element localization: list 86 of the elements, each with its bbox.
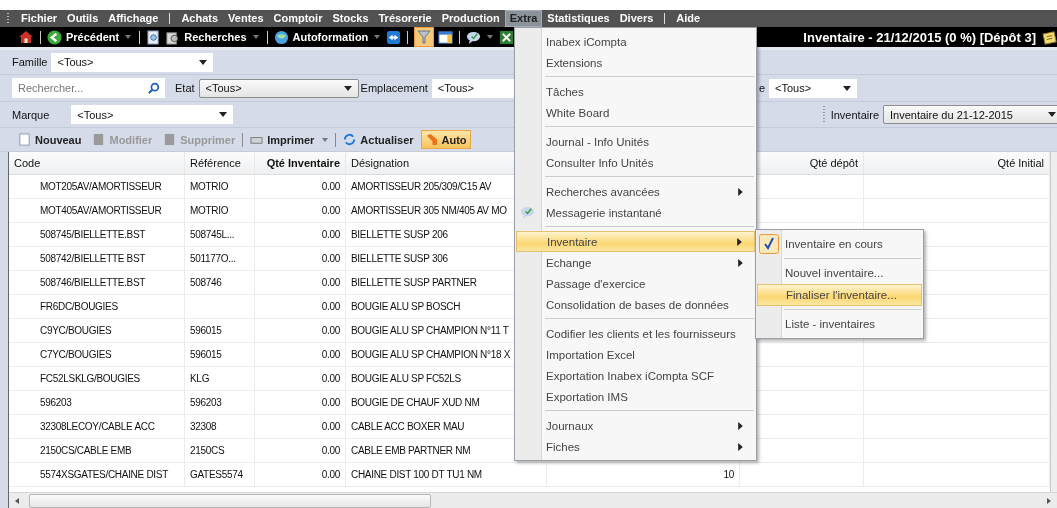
table-cell: KLG xyxy=(185,367,255,391)
table-cell: 5574XSGATES/CHAINE DIST xyxy=(9,463,185,487)
table-cell: 0.00 xyxy=(255,175,346,199)
menu-item[interactable]: Trésorerie xyxy=(373,10,437,27)
menu-item[interactable]: Outils xyxy=(62,10,104,27)
table-cell: MOT405AV/AMORTISSEUR xyxy=(9,199,185,223)
menu-item[interactable]: Finaliser l'inventaire... xyxy=(757,284,922,306)
table-cell: 0.00 xyxy=(255,199,346,223)
field-label: Inventaire xyxy=(830,108,879,121)
table-cell: 2150CS/CABLE EMB xyxy=(9,439,185,463)
menu-item[interactable]: Comptoir xyxy=(268,10,328,27)
toolbar-button[interactable]: Auto xyxy=(420,130,471,149)
table-cell: MOTRIO xyxy=(185,199,255,223)
table-cell: 0.00 xyxy=(255,223,346,247)
menu-item[interactable]: Inventaire en cours xyxy=(757,233,922,255)
table-cell: 10 xyxy=(547,463,740,487)
menu-item[interactable]: White Board xyxy=(516,102,755,123)
table-cell: 0.00 xyxy=(255,439,346,463)
table-cell: 508746 xyxy=(185,271,255,295)
menu-item[interactable]: Stocks xyxy=(327,10,374,27)
menu-item[interactable]: Inventaire xyxy=(516,231,755,252)
field-label: Famille xyxy=(12,56,48,68)
table-cell: 508745/BIELLETTE.BST xyxy=(9,223,185,247)
menu-item[interactable]: Ventes xyxy=(223,10,269,27)
back-button[interactable]: Précédent xyxy=(47,29,120,45)
menu-item[interactable]: Divers xyxy=(614,10,659,27)
table-cell: C7YC/BOUGIES xyxy=(9,343,185,367)
table-cell: FR6DC/BOUGIES xyxy=(9,295,185,319)
table-cell: 508745L... xyxy=(185,223,255,247)
menu-item[interactable]: Statistiques xyxy=(542,10,615,27)
search-button[interactable]: Recherches xyxy=(165,29,247,45)
menu-item[interactable]: Extra xyxy=(504,10,543,27)
table-cell: MOTRIO xyxy=(185,175,255,199)
toolbar-button[interactable]: Nouveau xyxy=(14,130,86,149)
toolbar-button[interactable]: Imprimer xyxy=(246,130,333,149)
menu-item[interactable]: Nouvel inventaire... xyxy=(757,262,922,284)
inventory-dropdown[interactable]: Inventaire du 21-12-2015 xyxy=(883,105,1057,124)
menu-item[interactable]: Production xyxy=(436,10,505,27)
field-label: Emplacement xyxy=(360,82,428,94)
table-cell: CHAINE DIST 100 DT TU1 NM xyxy=(346,463,547,487)
table-cell: 508746/BIELLETTE.BST xyxy=(9,271,185,295)
menu-item[interactable]: Inabex iCompta xyxy=(516,31,755,52)
table-cell: 0.00 xyxy=(255,415,346,439)
training-button[interactable]: Autoformation xyxy=(273,29,369,45)
table-cell: 0.00 xyxy=(255,463,346,487)
table-cell: 32308LECOY/CABLE ACC xyxy=(9,415,185,439)
state-dropdown[interactable]: <Tous> xyxy=(198,78,359,98)
toolbar-button[interactable]: Actualiser xyxy=(339,130,418,149)
column-header[interactable]: Référence xyxy=(185,152,255,175)
column-header[interactable]: Qté Inventaire xyxy=(255,152,346,175)
table-cell: 596015 xyxy=(185,319,255,343)
table-cell: C9YC/BOUGIES xyxy=(9,319,185,343)
menu-item[interactable]: Liste - inventaires xyxy=(757,313,922,335)
menu-item[interactable]: Fichier xyxy=(16,10,63,27)
table-cell: 508742/BIELLETTE BST xyxy=(9,247,185,271)
table-cell: 501177O... xyxy=(185,247,255,271)
table-cell: MOT205AV/AMORTISSEUR xyxy=(9,175,185,199)
menu-item[interactable]: Aide xyxy=(671,10,706,27)
table-cell: FC52LSKLG/BOUGIES xyxy=(9,367,185,391)
menu-item[interactable]: Journal - Info Unités xyxy=(516,131,755,152)
table-cell: 0.00 xyxy=(255,367,346,391)
column-header[interactable]: Qté Initial xyxy=(864,152,1050,175)
table-cell: 596203 xyxy=(9,391,185,415)
field-label: e xyxy=(758,82,765,94)
table-cell: 0.00 xyxy=(255,343,346,367)
column-header[interactable]: Code xyxy=(9,152,185,175)
table-cell: 2150CS xyxy=(185,439,255,463)
menu-item[interactable]: Affichage xyxy=(103,10,164,27)
table-cell: 32308 xyxy=(185,415,255,439)
field-label: Etat xyxy=(175,82,195,94)
search-field[interactable]: Rechercher... xyxy=(12,78,165,98)
menu-item[interactable]: Extensions xyxy=(516,52,755,73)
table-cell: 0.00 xyxy=(255,319,346,343)
brand-dropdown[interactable]: <Tous> xyxy=(71,105,234,124)
field-label: Marque xyxy=(12,108,50,121)
table-cell: 0.00 xyxy=(255,247,346,271)
table-cell: 0.00 xyxy=(255,295,346,319)
table-cell: 596015 xyxy=(185,343,255,367)
dropdown-field[interactable]: <Tous> xyxy=(769,78,857,98)
table-cell: 0.00 xyxy=(255,271,346,295)
table-cell: 596203 xyxy=(185,391,255,415)
window-title: Inventaire - 21/12/2015 (0 %) [Dépôt 3] xyxy=(803,29,1036,45)
table-cell: GATES5574 xyxy=(185,463,255,487)
menu-item[interactable]: Achats xyxy=(176,10,224,27)
table-cell: 0.00 xyxy=(255,391,346,415)
family-dropdown[interactable]: <Tous> xyxy=(51,52,214,72)
